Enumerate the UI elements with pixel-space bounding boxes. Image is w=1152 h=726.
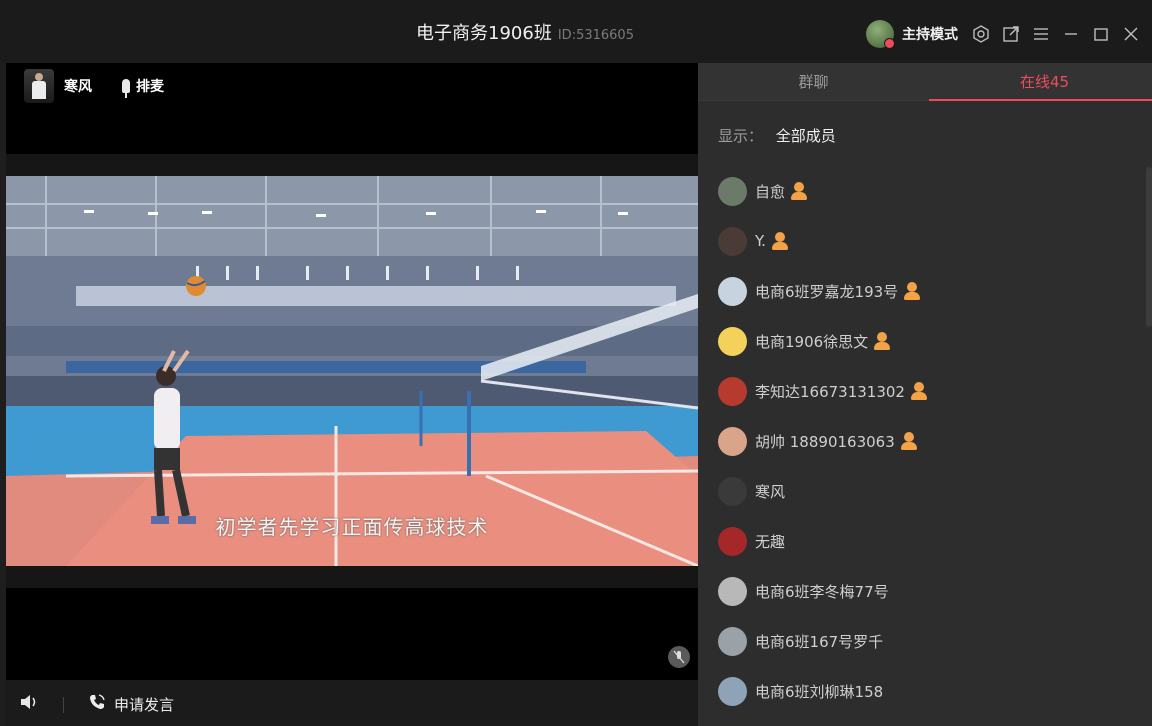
member-row[interactable]: Y. <box>718 216 1138 266</box>
user-role-icon <box>874 332 891 350</box>
divider <box>63 697 64 713</box>
mic-queue-label: 排麦 <box>136 79 164 95</box>
member-avatar[interactable] <box>718 526 747 556</box>
video-scene <box>6 176 698 566</box>
title-actions: 主持模式 <box>866 20 1146 49</box>
member-avatar[interactable] <box>718 576 747 606</box>
menu-icon[interactable] <box>1026 20 1056 48</box>
member-filter[interactable]: 显示： 全部成员 <box>718 125 836 146</box>
member-name: 无趣 <box>755 532 786 551</box>
user-role-icon <box>771 232 788 250</box>
member-row[interactable]: 无趣 <box>718 516 1138 566</box>
user-role-icon <box>900 432 917 450</box>
settings-icon[interactable] <box>966 20 996 48</box>
member-name: 电商1906徐思文 <box>755 332 869 351</box>
room-id: ID:5316605 <box>557 28 634 43</box>
mic-icon <box>122 79 130 98</box>
member-avatar[interactable] <box>718 226 747 256</box>
member-name: 电商6班李冬梅77号 <box>755 582 889 601</box>
member-name: Y. <box>755 232 766 250</box>
member-row[interactable]: 电商6班李冬梅77号 <box>718 566 1138 616</box>
tab-online[interactable]: 在线45 <box>929 63 1152 101</box>
user-role-icon <box>910 382 927 400</box>
apply-speak-label: 申请发言 <box>114 696 175 714</box>
member-avatar[interactable] <box>718 376 747 406</box>
member-avatar[interactable] <box>718 326 747 356</box>
presenter-name: 寒风 <box>64 79 92 95</box>
member-name: 自愈 <box>755 182 786 201</box>
member-row[interactable]: 自愈 <box>718 166 1138 216</box>
member-name: 李知达16673131302 <box>755 382 905 401</box>
presenter-avatar[interactable] <box>24 69 54 103</box>
volume-icon[interactable] <box>20 694 38 714</box>
member-row[interactable]: 寒风 <box>718 466 1138 516</box>
presenter-info: 寒风 排麦 <box>24 69 164 103</box>
member-name: 电商6班罗嘉龙193号 <box>755 282 899 301</box>
member-row[interactable]: 电商6班罗嘉龙193号 <box>718 266 1138 316</box>
filter-label: 显示： <box>718 127 764 145</box>
video-letterbox-bottom <box>6 566 698 588</box>
user-role-icon <box>791 182 808 200</box>
member-avatar[interactable] <box>718 176 747 206</box>
bottom-bar: 申请发言 <box>6 680 698 726</box>
muted-mic-icon[interactable] <box>668 646 690 668</box>
filter-value[interactable]: 全部成员 <box>776 127 836 145</box>
member-avatar[interactable] <box>718 626 747 656</box>
tab-group-chat[interactable]: 群聊 <box>698 63 929 101</box>
mic-queue-button[interactable]: 排麦 <box>122 76 164 98</box>
member-row[interactable]: 电商1906徐思文 <box>718 316 1138 366</box>
member-row[interactable]: 李知达16673131302 <box>718 366 1138 416</box>
member-name: 寒风 <box>755 482 786 501</box>
member-row[interactable]: 胡帅 18890163063 <box>718 416 1138 466</box>
member-list-scrollbar[interactable] <box>1146 167 1152 327</box>
member-avatar[interactable] <box>718 426 747 456</box>
member-name: 电商6班167号罗千 <box>755 632 884 651</box>
video-letterbox-top <box>6 154 698 176</box>
title-bar: 电子商务1906班 ID:5316605 主持模式 <box>0 0 1152 63</box>
close-icon[interactable] <box>1116 20 1146 48</box>
user-role-icon <box>904 282 921 300</box>
video-area: 寒风 排麦 初学者先学习正面传高球技术 <box>6 63 698 726</box>
member-avatar[interactable] <box>718 276 747 306</box>
member-list: 自愈 Y. 电商6班罗嘉龙193号 电商1906徐思文李知达16673131302 胡帅… <box>718 166 1138 716</box>
video-subtitle: 初学者先学习正面传高球技术 <box>215 515 489 539</box>
host-mode-button[interactable]: 主持模式 <box>902 24 958 44</box>
member-panel: 群聊 在线45 显示： 全部成员 自愈 Y. 电商6班罗嘉龙193号 电商1906徐思… <box>698 63 1152 726</box>
apply-speak-button[interactable]: 申请发言 <box>88 693 174 716</box>
minimize-icon[interactable] <box>1056 20 1086 48</box>
panel-tabs: 群聊 在线45 <box>698 63 1152 101</box>
window-title: 电子商务1906班 <box>416 23 552 44</box>
member-name: 胡帅 18890163063 <box>755 432 895 451</box>
phone-icon <box>88 693 106 716</box>
host-avatar[interactable] <box>866 20 895 49</box>
member-avatar[interactable] <box>718 476 747 506</box>
maximize-icon[interactable] <box>1086 20 1116 48</box>
member-row[interactable]: 电商6班刘柳琳158 <box>718 666 1138 716</box>
member-row[interactable]: 电商6班167号罗千 <box>718 616 1138 666</box>
member-name: 电商6班刘柳琳158 <box>755 682 884 701</box>
popout-icon[interactable] <box>996 20 1026 48</box>
member-avatar[interactable] <box>718 676 747 706</box>
video-frame[interactable]: 初学者先学习正面传高球技术 <box>6 176 698 566</box>
